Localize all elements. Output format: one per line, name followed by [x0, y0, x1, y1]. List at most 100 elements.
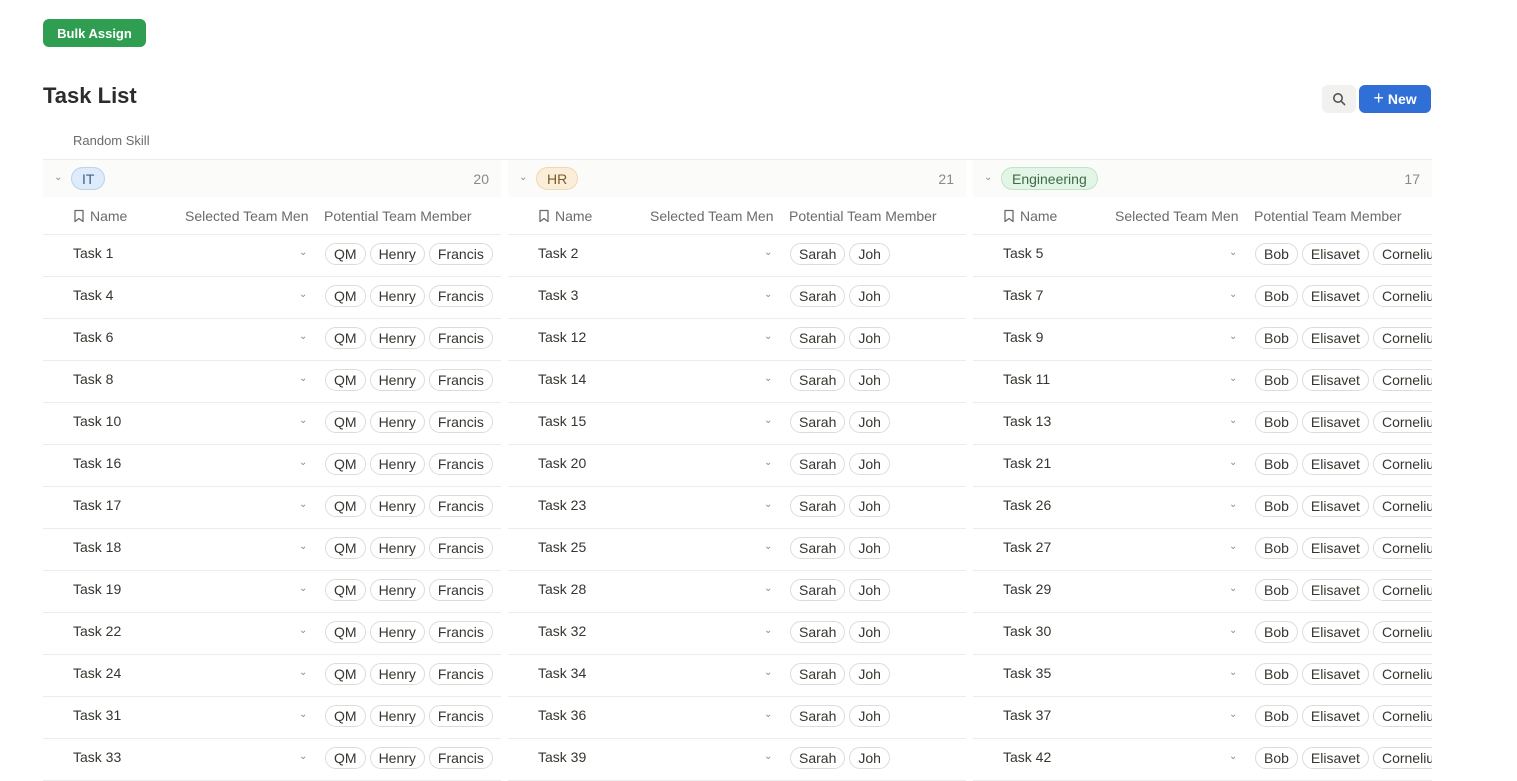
table-row[interactable]: Task 30 ⌄ Bob Elisavet Corneliu [973, 613, 1432, 655]
member-chip[interactable]: Bob [1255, 495, 1298, 517]
task-name[interactable]: Task 28 [538, 581, 586, 597]
table-row[interactable]: Task 26 ⌄ Bob Elisavet Corneliu [973, 487, 1432, 529]
table-row[interactable]: Task 15 ⌄ Sarah Joh [508, 403, 966, 445]
column-header-potential[interactable]: Potential Team Member [324, 208, 499, 224]
member-chip[interactable]: Sarah [790, 411, 846, 433]
member-chip[interactable]: Corneliu [1372, 537, 1432, 559]
member-chip[interactable]: Henry [369, 663, 425, 685]
member-chip[interactable]: Francis [428, 243, 493, 265]
member-chip[interactable]: Bob [1255, 453, 1298, 475]
member-chip[interactable]: Corneliu [1372, 411, 1432, 433]
table-row[interactable]: Task 5 ⌄ Bob Elisavet Corneliu [973, 235, 1432, 277]
member-chip[interactable]: Joh [849, 285, 890, 307]
member-chip[interactable]: Bob [1255, 621, 1298, 643]
select-member-dropdown-icon[interactable]: ⌄ [1229, 625, 1237, 636]
column-header-potential[interactable]: Potential Team Member [789, 208, 964, 224]
column-header-selected[interactable]: Selected Team Men [650, 208, 778, 224]
member-chip[interactable]: Joh [849, 411, 890, 433]
member-chip[interactable]: Elisavet [1301, 453, 1369, 475]
member-chip[interactable]: Francis [428, 495, 493, 517]
select-member-dropdown-icon[interactable]: ⌄ [764, 583, 772, 594]
task-name[interactable]: Task 34 [538, 665, 586, 681]
task-name[interactable]: Task 19 [73, 581, 121, 597]
member-chip[interactable]: Francis [428, 579, 493, 601]
member-chip[interactable]: Henry [369, 747, 425, 769]
member-chip[interactable]: Joh [849, 369, 890, 391]
select-member-dropdown-icon[interactable]: ⌄ [764, 541, 772, 552]
select-member-dropdown-icon[interactable]: ⌄ [299, 247, 307, 258]
select-member-dropdown-icon[interactable]: ⌄ [1229, 541, 1237, 552]
table-row[interactable]: Task 2 ⌄ Sarah Joh [508, 235, 966, 277]
member-chip[interactable]: Bob [1255, 243, 1298, 265]
select-member-dropdown-icon[interactable]: ⌄ [299, 289, 307, 300]
member-chip[interactable]: Bob [1255, 537, 1298, 559]
select-member-dropdown-icon[interactable]: ⌄ [1229, 499, 1237, 510]
member-chip[interactable]: Francis [428, 747, 493, 769]
member-chip[interactable]: Elisavet [1301, 537, 1369, 559]
table-row[interactable]: Task 24 ⌄ QM Henry Francis [43, 655, 501, 697]
column-header-potential[interactable]: Potential Team Member [1254, 208, 1429, 224]
table-row[interactable]: Task 4 ⌄ QM Henry Francis [43, 277, 501, 319]
member-chip[interactable]: Bob [1255, 579, 1298, 601]
table-row[interactable]: Task 25 ⌄ Sarah Joh [508, 529, 966, 571]
member-chip[interactable]: QM [325, 537, 366, 559]
select-member-dropdown-icon[interactable]: ⌄ [299, 751, 307, 762]
select-member-dropdown-icon[interactable]: ⌄ [1229, 583, 1237, 594]
bulk-assign-button[interactable]: Bulk Assign [43, 19, 146, 47]
group-header[interactable]: ⌄ IT 20 [43, 160, 501, 197]
task-name[interactable]: Task 2 [538, 245, 578, 261]
task-name[interactable]: Task 6 [73, 329, 113, 345]
member-chip[interactable]: Francis [428, 285, 493, 307]
task-name[interactable]: Task 13 [1003, 413, 1051, 429]
table-row[interactable]: Task 7 ⌄ Bob Elisavet Corneliu [973, 277, 1432, 319]
member-chip[interactable]: QM [325, 663, 366, 685]
task-name[interactable]: Task 18 [73, 539, 121, 555]
member-chip[interactable]: Joh [849, 621, 890, 643]
member-chip[interactable]: Corneliu [1372, 495, 1432, 517]
table-row[interactable]: Task 31 ⌄ QM Henry Francis [43, 697, 501, 739]
select-member-dropdown-icon[interactable]: ⌄ [764, 499, 772, 510]
member-chip[interactable]: Francis [428, 663, 493, 685]
table-row[interactable]: Task 42 ⌄ Bob Elisavet Corneliu [973, 739, 1432, 781]
member-chip[interactable]: Henry [369, 285, 425, 307]
member-chip[interactable]: Sarah [790, 453, 846, 475]
table-row[interactable]: Task 12 ⌄ Sarah Joh [508, 319, 966, 361]
table-row[interactable]: Task 28 ⌄ Sarah Joh [508, 571, 966, 613]
member-chip[interactable]: Joh [849, 453, 890, 475]
member-chip[interactable]: Bob [1255, 747, 1298, 769]
select-member-dropdown-icon[interactable]: ⌄ [1229, 289, 1237, 300]
member-chip[interactable]: Bob [1255, 411, 1298, 433]
column-header-name[interactable]: Name [538, 208, 592, 224]
task-name[interactable]: Task 25 [538, 539, 586, 555]
task-name[interactable]: Task 20 [538, 455, 586, 471]
task-name[interactable]: Task 33 [73, 749, 121, 765]
member-chip[interactable]: Elisavet [1301, 243, 1369, 265]
task-name[interactable]: Task 8 [73, 371, 113, 387]
member-chip[interactable]: Joh [849, 243, 890, 265]
member-chip[interactable]: Elisavet [1301, 663, 1369, 685]
task-name[interactable]: Task 14 [538, 371, 586, 387]
task-name[interactable]: Task 15 [538, 413, 586, 429]
select-member-dropdown-icon[interactable]: ⌄ [1229, 667, 1237, 678]
table-row[interactable]: Task 17 ⌄ QM Henry Francis [43, 487, 501, 529]
task-name[interactable]: Task 39 [538, 749, 586, 765]
member-chip[interactable]: Sarah [790, 621, 846, 643]
select-member-dropdown-icon[interactable]: ⌄ [1229, 751, 1237, 762]
member-chip[interactable]: Henry [369, 369, 425, 391]
member-chip[interactable]: QM [325, 285, 366, 307]
member-chip[interactable]: Joh [849, 747, 890, 769]
member-chip[interactable]: Corneliu [1372, 243, 1432, 265]
table-row[interactable]: Task 14 ⌄ Sarah Joh [508, 361, 966, 403]
select-member-dropdown-icon[interactable]: ⌄ [299, 373, 307, 384]
select-member-dropdown-icon[interactable]: ⌄ [764, 373, 772, 384]
table-row[interactable]: Task 36 ⌄ Sarah Joh [508, 697, 966, 739]
member-chip[interactable]: Elisavet [1301, 411, 1369, 433]
table-row[interactable]: Task 27 ⌄ Bob Elisavet Corneliu [973, 529, 1432, 571]
select-member-dropdown-icon[interactable]: ⌄ [299, 541, 307, 552]
member-chip[interactable]: Elisavet [1301, 327, 1369, 349]
member-chip[interactable]: Henry [369, 411, 425, 433]
member-chip[interactable]: Joh [849, 705, 890, 727]
select-member-dropdown-icon[interactable]: ⌄ [764, 709, 772, 720]
table-row[interactable]: Task 6 ⌄ QM Henry Francis [43, 319, 501, 361]
member-chip[interactable]: Joh [849, 579, 890, 601]
